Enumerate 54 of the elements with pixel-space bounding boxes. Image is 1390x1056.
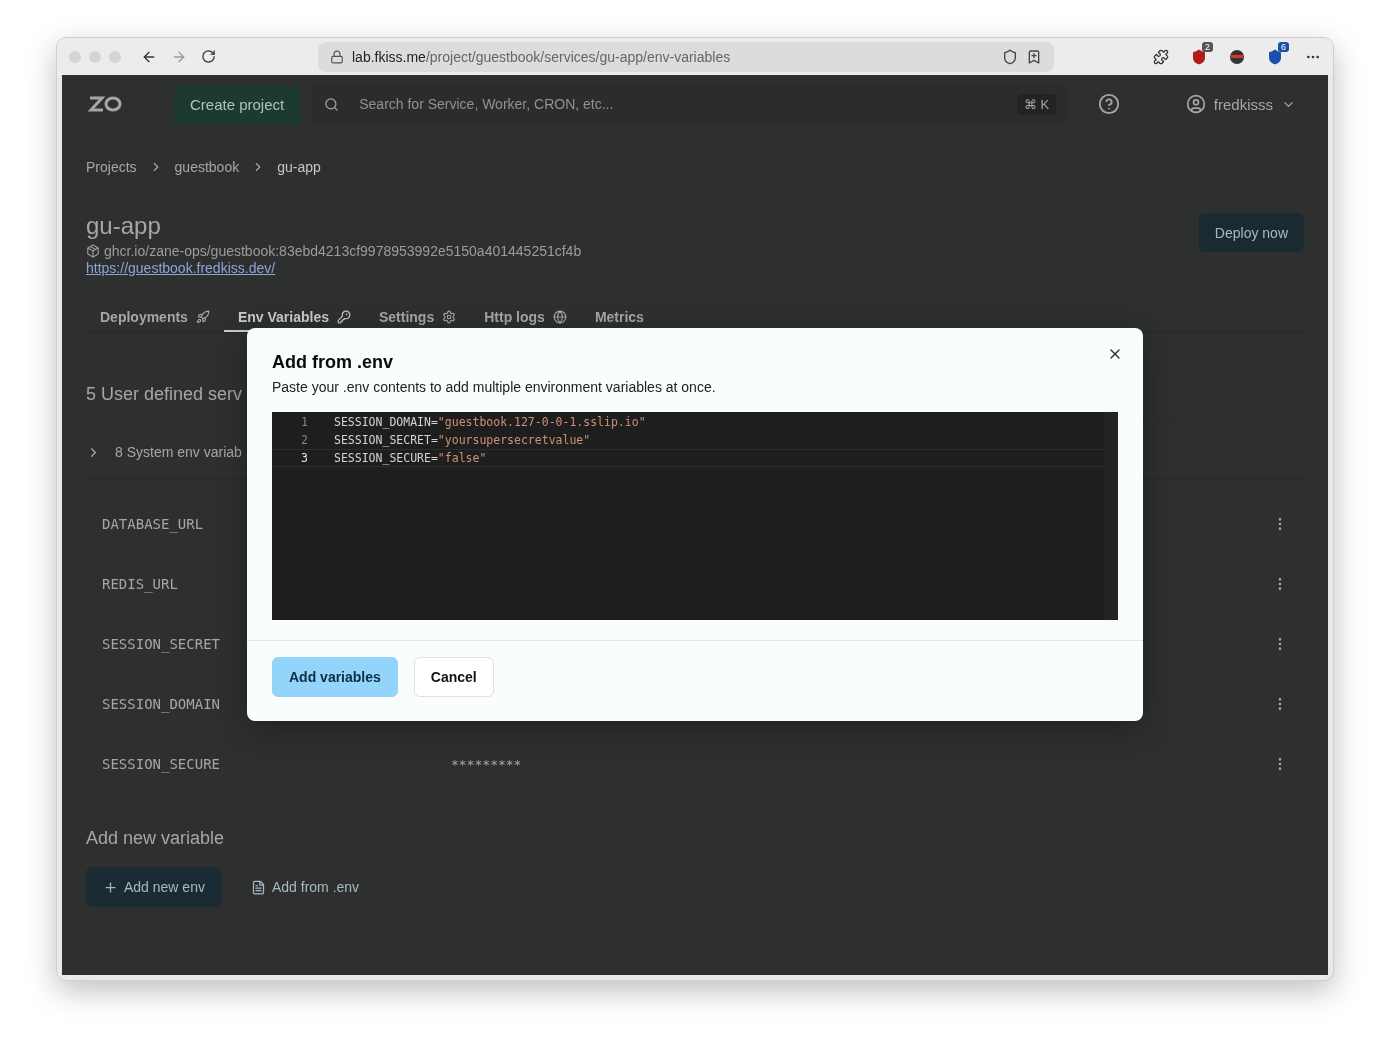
search-icon — [324, 96, 340, 112]
image-name: ghcr.io/zane-ops/guestbook:83ebd4213cf9978953992e5150a401445251cf4b — [104, 243, 582, 259]
tab[interactable]: Settings — [365, 305, 471, 332]
create-project-button[interactable]: Create project — [174, 84, 301, 124]
reload-icon[interactable] — [201, 49, 216, 64]
variable-value: ********* — [451, 756, 522, 772]
breadcrumb-link[interactable]: guestbook — [174, 159, 240, 175]
variable-name: SESSION_DOMAIN — [102, 696, 220, 712]
tab[interactable]: Http logs — [470, 305, 581, 332]
puzzle-icon — [1153, 48, 1169, 65]
tab[interactable]: Metrics — [580, 305, 658, 332]
service-url-link[interactable]: https://guestbook.fredkiss.dev/ — [86, 260, 276, 276]
user-icon — [1185, 94, 1206, 114]
shield-icon — [1267, 48, 1283, 65]
breadcrumb-link[interactable]: Projects — [86, 159, 137, 175]
variable-name: REDIS_URL — [102, 576, 178, 592]
variable-name: DATABASE_URL — [102, 516, 204, 532]
dialog-title: Add from .env — [272, 352, 394, 373]
lock-icon — [330, 49, 344, 64]
search-field[interactable]: Search for Service, Worker, CRON, etc... — [357, 95, 999, 113]
code-line: SESSION_SECRET="yoursupersecretvalue" — [334, 433, 591, 447]
mask-icon — [1229, 48, 1245, 65]
breadcrumb-link[interactable]: gu-app — [277, 159, 321, 175]
tab-icon — [337, 310, 351, 324]
add-env-button[interactable]: Add new env — [86, 867, 222, 907]
cancel-button[interactable]: Cancel — [413, 657, 494, 697]
plus-icon — [103, 879, 118, 895]
count-badge: 2 — [1202, 41, 1213, 52]
variable-name: SESSION_SECRET — [102, 636, 220, 652]
address-bar[interactable]: lab.fkiss.me/project/guestbook/services/gu-app/env-variables — [318, 41, 1054, 72]
package-icon — [86, 244, 100, 258]
shield-icon — [1191, 48, 1207, 65]
tab-icon — [442, 310, 457, 324]
add-env-button[interactable]: Add from .env — [233, 867, 377, 907]
file-icon — [250, 879, 266, 895]
code-line: SESSION_SECURE="false" — [334, 451, 487, 465]
logo-icon[interactable] — [88, 95, 122, 113]
deploy-button[interactable]: Deploy now — [1198, 213, 1304, 252]
count-badge: 6 — [1278, 41, 1289, 52]
help-icon[interactable] — [1098, 93, 1121, 115]
user-menu[interactable]: fredkisss — [1179, 93, 1302, 115]
variable-name: SESSION_SECURE — [102, 756, 220, 772]
shield-icon[interactable] — [1002, 48, 1018, 65]
add-variables-button[interactable]: Add variables — [272, 657, 398, 697]
line-number: 2 — [300, 433, 308, 447]
service-title: gu-app — [86, 213, 162, 239]
tab[interactable]: Deployments — [86, 305, 224, 332]
bookmark-icon[interactable] — [1026, 48, 1042, 65]
section-title: Add new variable — [86, 828, 226, 849]
code-editor[interactable]: 1 SESSION_DOMAIN="guestbook.127-0-0-1.sslip.io" 2 SESSION_SECRET="yoursupersecretvalue" 3 SESSION_SECURE="false" — [272, 412, 1118, 620]
line-number: 3 — [300, 451, 308, 465]
tab-icon — [195, 310, 210, 324]
tab-icon — [552, 310, 567, 324]
shortcut-hint: ⌘ K — [1016, 93, 1057, 115]
